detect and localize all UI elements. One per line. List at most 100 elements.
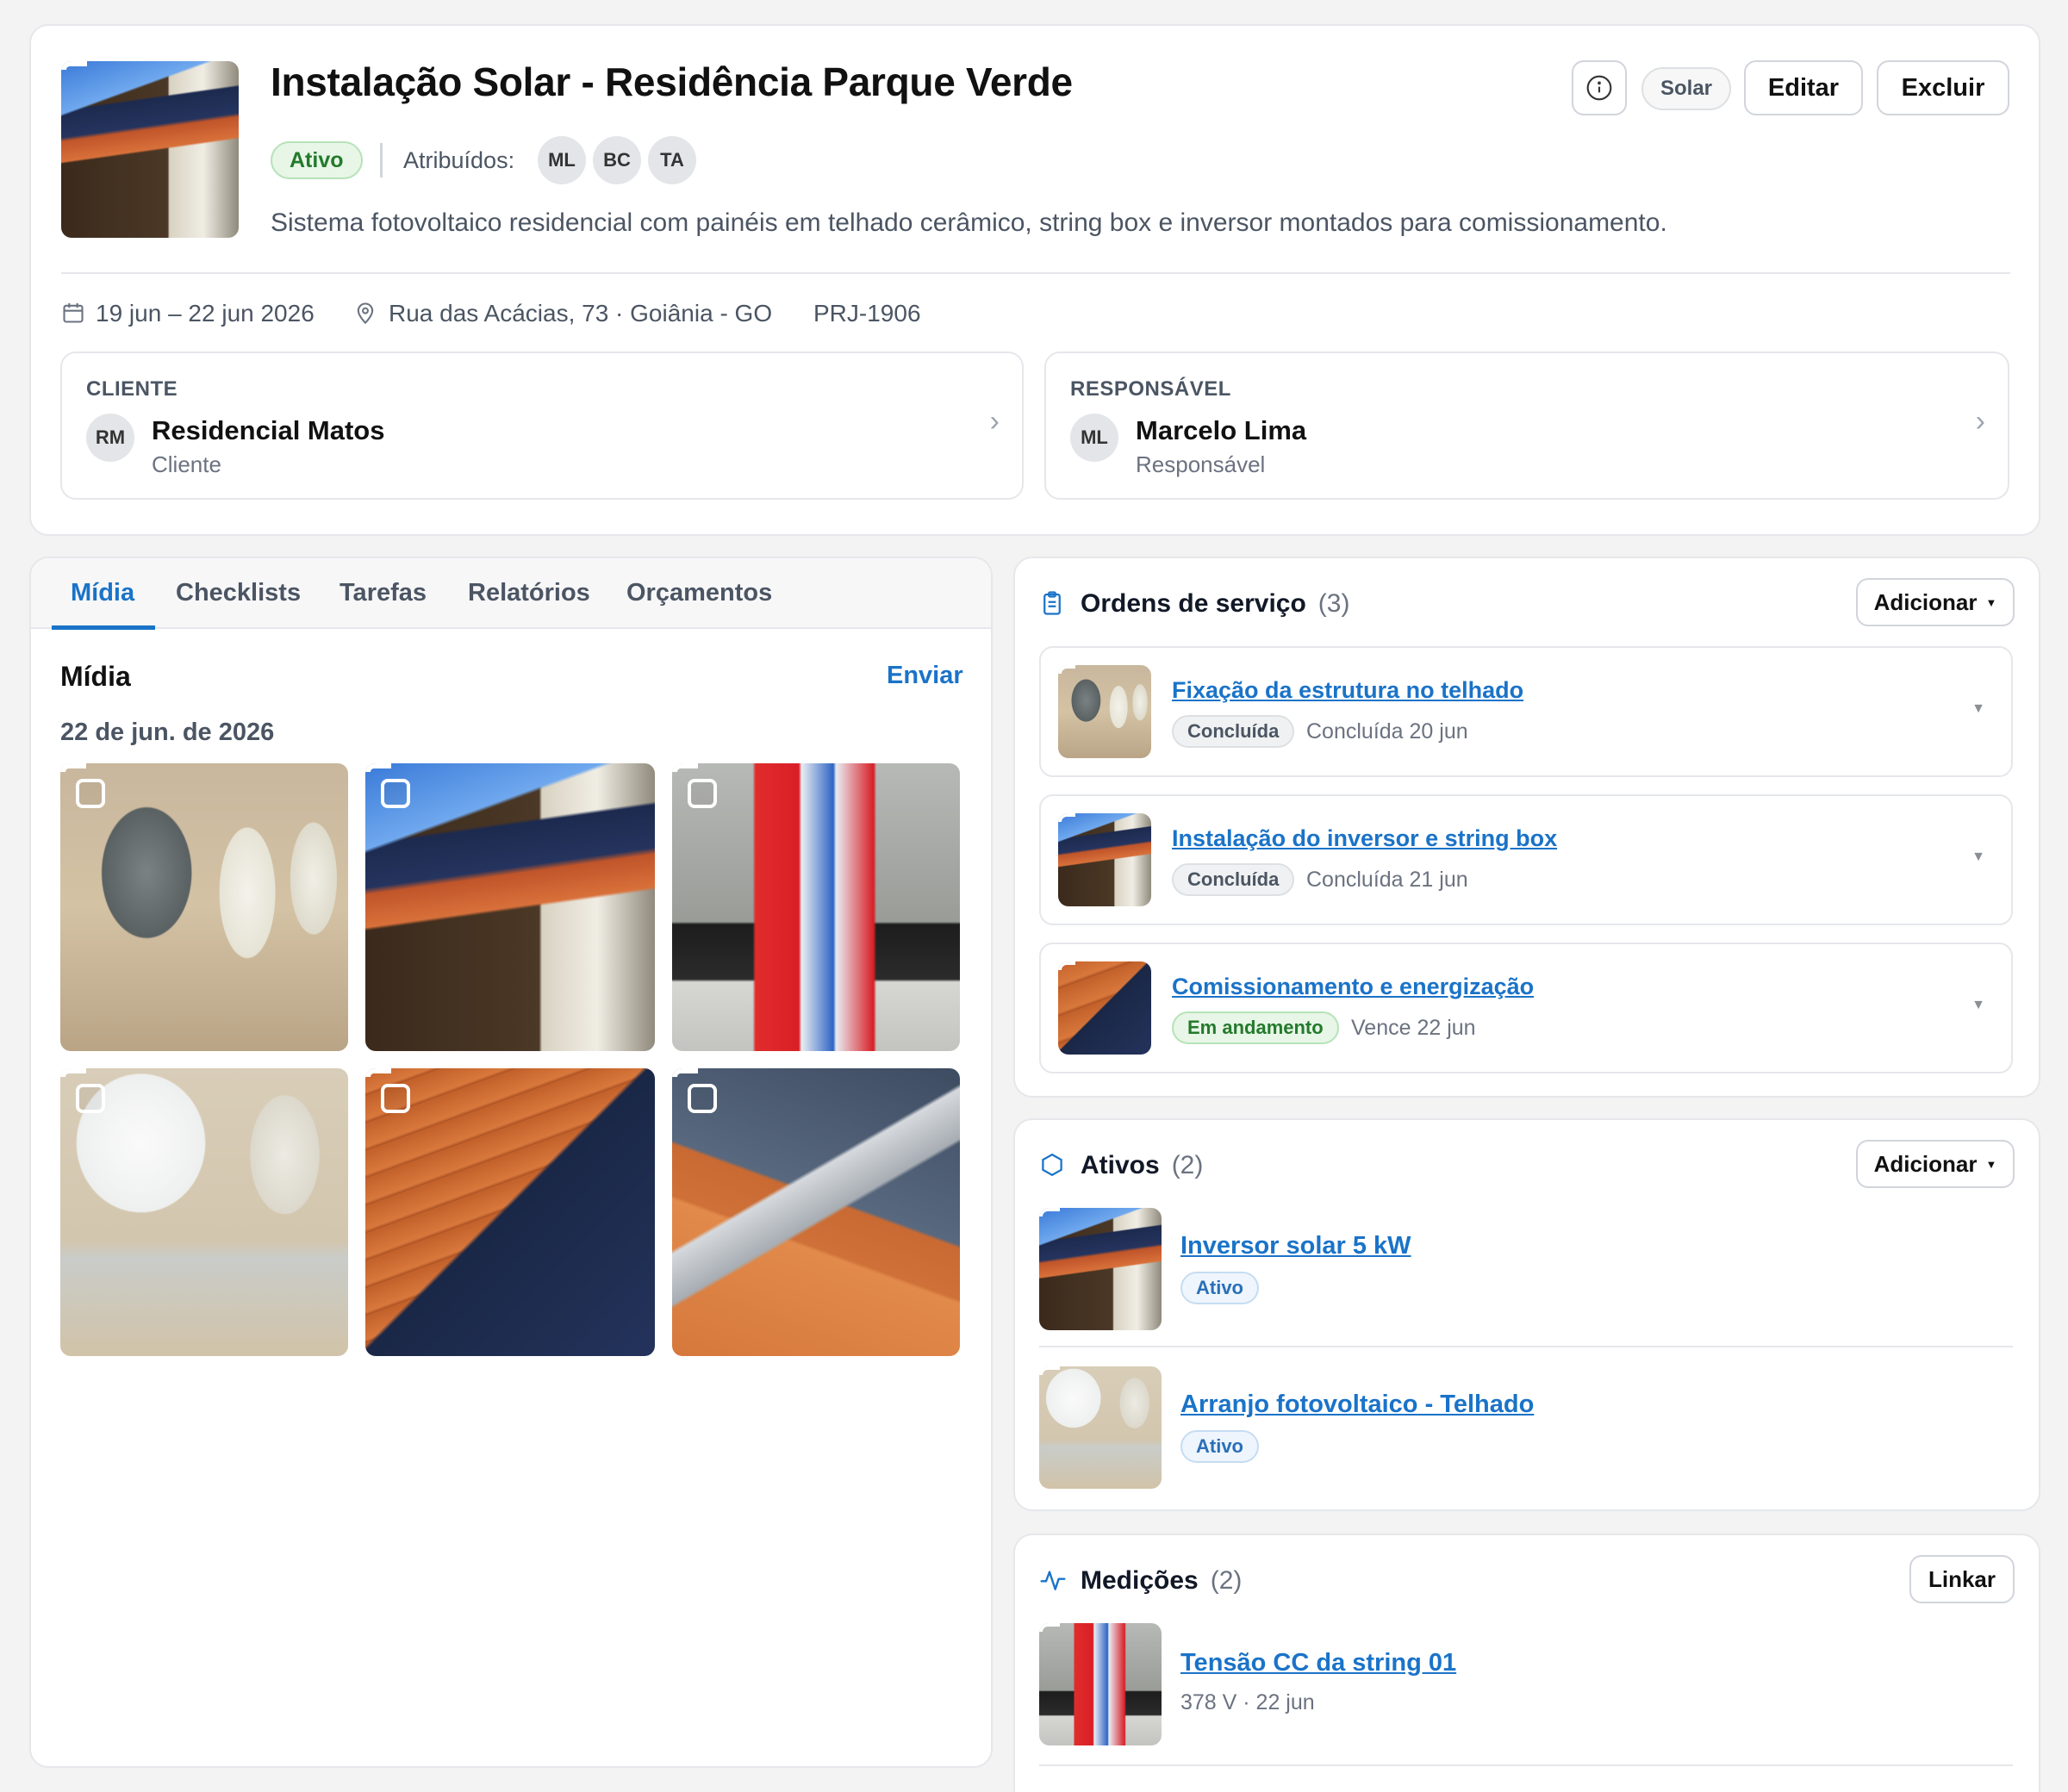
assets-count: (2) [1171, 1151, 1204, 1179]
assignee-avatar[interactable]: BC [593, 136, 641, 184]
select-checkbox[interactable] [688, 779, 717, 808]
responsible-card[interactable]: RESPONSÁVEL ML Marcelo Lima Responsável … [1044, 352, 2009, 500]
project-address: Rua das Acácias, 73 · Goiânia - GO [389, 300, 773, 327]
expand-chevron-icon[interactable]: ▼ [1971, 701, 1985, 717]
add-label: Adicionar [1873, 588, 1978, 615]
responsible-section-label: RESPONSÁVEL [1070, 377, 1231, 401]
client-name: Residencial Matos [152, 415, 385, 445]
measurements-title-text: Medições [1081, 1566, 1199, 1595]
project-thumbnail [61, 61, 239, 238]
asset-status: Ativo [1180, 1430, 1259, 1463]
tab-reports[interactable]: Relatórios [468, 579, 590, 607]
hexagon-icon [1042, 1153, 1062, 1177]
link-measurement-button[interactable]: Linkar [1909, 1555, 2015, 1603]
measurement-row[interactable]: Tensão CC da string 01 378 V · 22 jun [1039, 1620, 2013, 1766]
service-order-status: Em andamento [1172, 1011, 1339, 1044]
info-icon [1586, 75, 1612, 101]
expand-chevron-icon[interactable]: ▼ [1971, 998, 1985, 1013]
status-badge: Ativo [271, 141, 363, 179]
media-thumbnail[interactable] [672, 763, 960, 1051]
client-avatar: RM [86, 414, 134, 462]
service-order-meta: Concluída 20 jun [1306, 719, 1468, 744]
client-role: Cliente [152, 451, 221, 477]
header-divider [380, 143, 383, 177]
header-separator [61, 272, 2010, 274]
service-order-row[interactable]: Instalação do inversor e string box Conc… [1039, 794, 2013, 925]
select-checkbox[interactable] [381, 779, 410, 808]
measurement-thumbnail [1039, 1623, 1162, 1745]
project-code: PRJ-1906 [813, 300, 921, 327]
service-order-title[interactable]: Fixação da estrutura no telhado [1172, 677, 1523, 704]
asset-title[interactable]: Arranjo fotovoltaico - Telhado [1180, 1391, 1534, 1419]
measurements-title: Medições (2) [1081, 1566, 1242, 1596]
service-orders-title: Ordens de serviço (3) [1081, 589, 1349, 619]
chevron-right-icon: › [989, 405, 1000, 438]
add-asset-button[interactable]: Adicionar ▼ [1856, 1140, 2015, 1188]
assignee-avatar[interactable]: TA [648, 136, 696, 184]
add-label: Adicionar [1873, 1150, 1978, 1177]
clipboard-icon [1043, 591, 1061, 615]
media-thumbnail[interactable] [672, 1068, 960, 1356]
responsible-avatar: ML [1070, 414, 1118, 462]
asset-row[interactable]: Inversor solar 5 kW Ativo [1039, 1204, 2013, 1347]
active-tab-indicator [52, 625, 155, 630]
chevron-right-icon: › [1975, 405, 1985, 438]
select-checkbox[interactable] [381, 1084, 410, 1113]
assignee-avatar[interactable]: ML [538, 136, 586, 184]
send-media-link[interactable]: Enviar [887, 662, 963, 690]
service-order-row[interactable]: Comissionamento e energização Em andamen… [1039, 943, 2013, 1073]
measurements-count: (2) [1210, 1566, 1243, 1595]
asset-row[interactable]: Arranjo fotovoltaico - Telhado Ativo [1039, 1365, 2013, 1494]
service-order-thumbnail [1058, 665, 1151, 758]
project-dates: 19 jun – 22 jun 2026 [96, 300, 315, 327]
media-thumbnail[interactable] [60, 763, 348, 1051]
add-service-order-button[interactable]: Adicionar ▼ [1856, 578, 2015, 626]
measurement-meta: 378 V · 22 jun [1180, 1690, 1315, 1714]
service-orders-count: (3) [1317, 589, 1350, 618]
activity-pulse-icon [1040, 1571, 1066, 1590]
service-order-title[interactable]: Comissionamento e energização [1172, 974, 1534, 1000]
assigned-label: Atribuídos: [403, 147, 515, 173]
asset-title[interactable]: Inversor solar 5 kW [1180, 1232, 1411, 1260]
media-thumbnail[interactable] [60, 1068, 348, 1356]
calendar-icon [63, 302, 84, 323]
project-description: Sistema fotovoltaico residencial com pai… [271, 208, 1667, 237]
responsible-role: Responsável [1136, 451, 1266, 477]
page-title: Instalação Solar - Residência Parque Ver… [271, 59, 1073, 104]
media-heading: Mídia [60, 661, 131, 692]
asset-status: Ativo [1180, 1272, 1259, 1304]
client-card[interactable]: CLIENTE RM Residencial Matos Cliente › [60, 352, 1024, 500]
media-thumbnail[interactable] [365, 763, 655, 1051]
asset-thumbnail [1039, 1366, 1162, 1489]
service-order-row[interactable]: Fixação da estrutura no telhado Concluíd… [1039, 646, 2013, 777]
assets-title: Ativos (2) [1081, 1151, 1203, 1180]
select-checkbox[interactable] [76, 1084, 105, 1113]
tab-budgets[interactable]: Orçamentos [626, 579, 772, 607]
tab-tasks[interactable]: Tarefas [339, 579, 427, 607]
service-order-title[interactable]: Instalação do inversor e string box [1172, 825, 1557, 852]
measurement-title[interactable]: Tensão CC da string 01 [1180, 1649, 1456, 1677]
tab-checklists[interactable]: Checklists [176, 579, 301, 607]
service-order-status: Concluída [1172, 863, 1295, 896]
service-orders-title-text: Ordens de serviço [1081, 589, 1306, 618]
service-order-meta: Concluída 21 jun [1306, 868, 1468, 892]
media-thumbnail[interactable] [365, 1068, 655, 1356]
responsible-name: Marcelo Lima [1136, 415, 1307, 445]
service-order-status: Concluída [1172, 715, 1295, 748]
service-order-thumbnail [1058, 813, 1151, 906]
expand-chevron-icon[interactable]: ▼ [1971, 849, 1985, 865]
service-order-meta: Vence 22 jun [1351, 1016, 1476, 1040]
delete-button[interactable]: Excluir [1877, 60, 2009, 115]
asset-thumbnail [1039, 1208, 1162, 1330]
caret-down-icon: ▼ [1985, 1157, 1997, 1171]
category-tag[interactable]: Solar [1641, 67, 1732, 110]
assets-title-text: Ativos [1081, 1151, 1160, 1179]
info-button[interactable] [1572, 60, 1627, 115]
select-checkbox[interactable] [76, 779, 105, 808]
caret-down-icon: ▼ [1985, 595, 1997, 609]
tab-media[interactable]: Mídia [71, 579, 134, 607]
select-checkbox[interactable] [688, 1084, 717, 1113]
media-date-group: 22 de jun. de 2026 [60, 719, 275, 746]
edit-button[interactable]: Editar [1744, 60, 1863, 115]
service-order-thumbnail [1058, 961, 1151, 1055]
